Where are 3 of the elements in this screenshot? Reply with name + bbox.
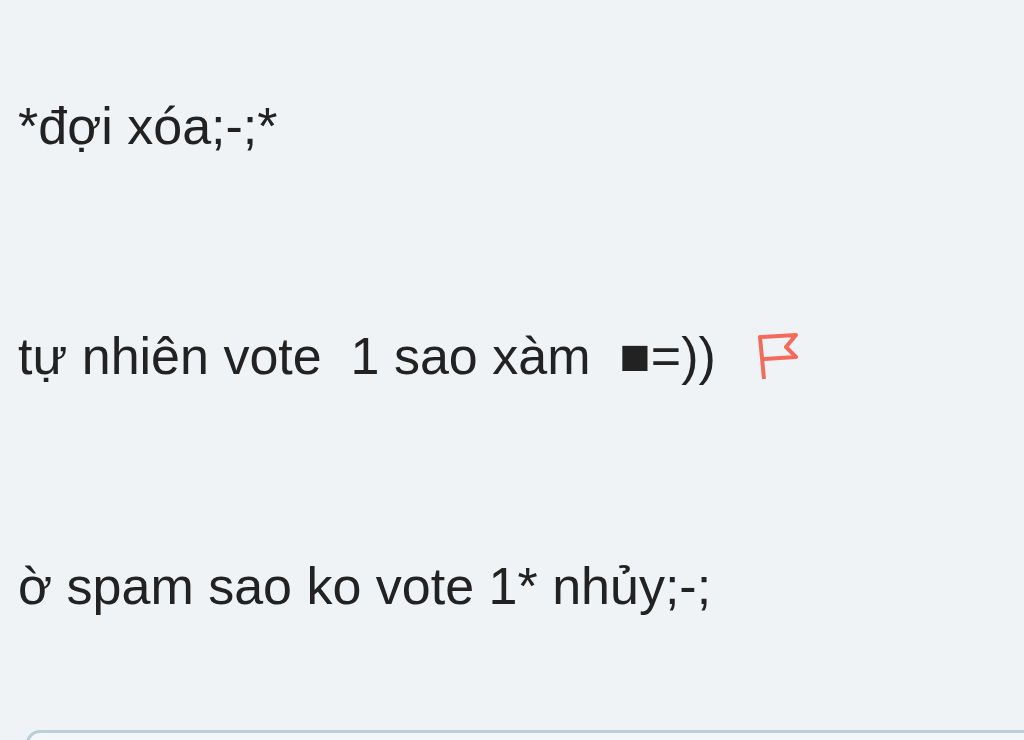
chat-message: ờ spam sao ko vote 1* nhủy;-; [18,556,712,616]
chat-message: tự nhiên vote 1 sao xàm ■=)) [18,326,716,386]
chat-message: *đợi xóa;-;* [18,96,278,156]
